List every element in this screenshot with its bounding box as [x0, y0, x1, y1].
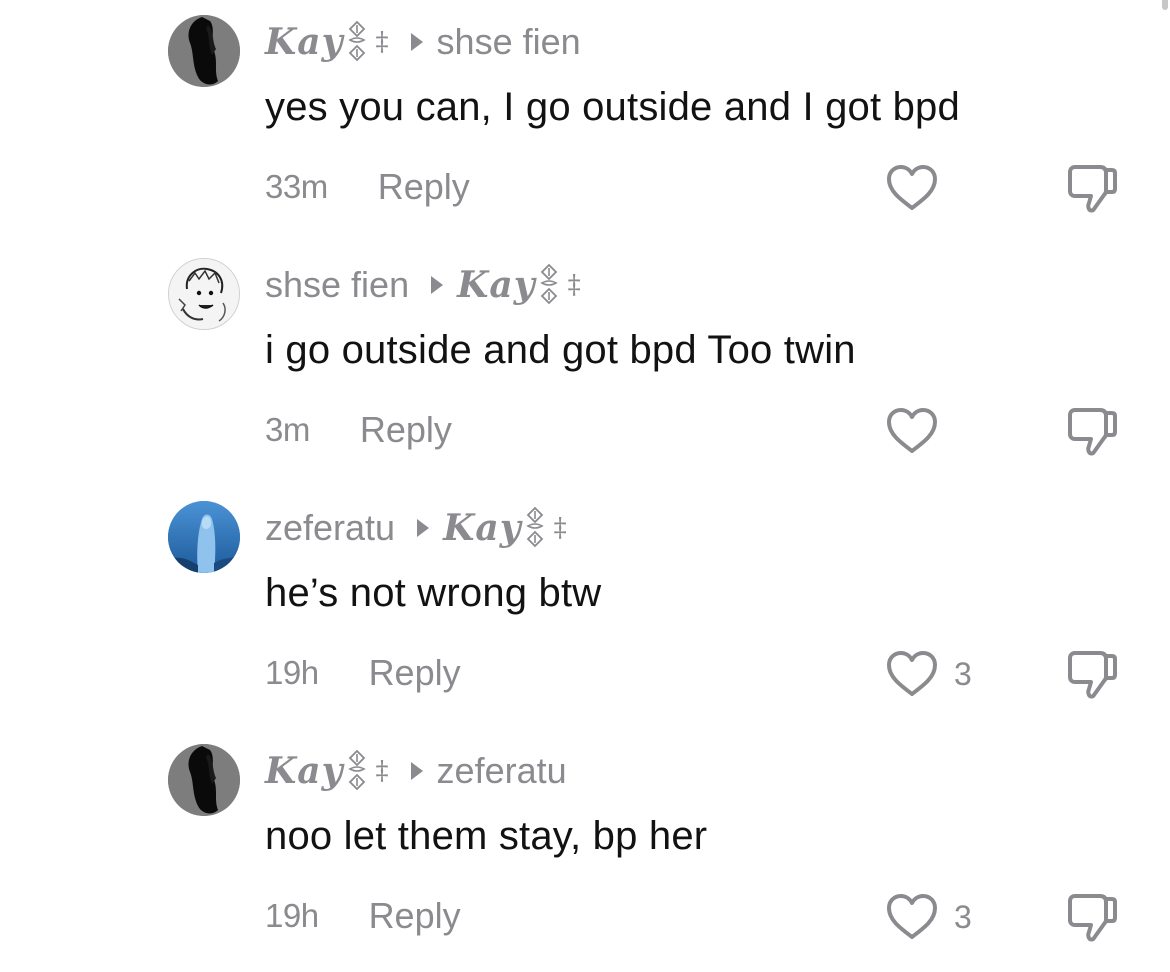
- comment-item: zeferatu Kay ‡ he’s not wrong btw 19h Re…: [0, 486, 1170, 729]
- username-ornament-icon: [346, 749, 368, 793]
- avatar[interactable]: [168, 501, 240, 573]
- heart-outline-icon: [887, 894, 937, 939]
- avatar[interactable]: [168, 258, 240, 330]
- dislike-button[interactable]: [1064, 407, 1118, 457]
- like-button[interactable]: 3: [884, 893, 972, 941]
- comment-header: zeferatu Kay ‡: [265, 504, 567, 552]
- comment-text: yes you can, I go outside and I got bpd: [265, 85, 960, 129]
- reply-button[interactable]: Reply: [378, 166, 470, 208]
- heart-outline-icon: [887, 165, 937, 210]
- timestamp: 3m: [265, 411, 310, 448]
- comment-item: Kay ‡ zeferatu noo let them stay, bp her…: [0, 729, 1170, 972]
- dislike-button[interactable]: [1064, 893, 1118, 943]
- timestamp: 33m: [265, 168, 328, 205]
- comment-text: noo let them stay, bp her: [265, 814, 708, 858]
- triangle-right-icon: [417, 519, 430, 537]
- reply-button[interactable]: Reply: [369, 652, 461, 694]
- heart-outline-icon: [887, 651, 937, 696]
- comment-text: he’s not wrong btw: [265, 571, 602, 615]
- timestamp: 19h: [265, 897, 319, 934]
- comment-header: Kay ‡ shse fien: [265, 18, 581, 66]
- replying-to-name[interactable]: Kay: [443, 507, 522, 549]
- username-ornament-icon: [524, 506, 546, 550]
- like-button[interactable]: [884, 407, 954, 455]
- author-name[interactable]: Kay: [265, 750, 344, 792]
- sketch-avatar-image: [169, 259, 239, 329]
- thumbs-down-icon: [1068, 408, 1117, 456]
- replying-to-suffix: ‡: [553, 513, 567, 543]
- avatar[interactable]: [168, 744, 240, 816]
- replying-to-suffix: ‡: [567, 270, 581, 300]
- author-suffix: ‡: [375, 756, 389, 786]
- timestamp: 19h: [265, 654, 319, 691]
- comment-meta: 19h Reply: [265, 891, 461, 941]
- thumbs-down-icon: [1068, 894, 1117, 942]
- comment-item: Kay ‡ shse fien yes you can, I go outsid…: [0, 0, 1170, 243]
- thumbs-down-icon: [1068, 651, 1117, 699]
- username-ornament-icon: [538, 263, 560, 307]
- author-name[interactable]: shse fien: [265, 264, 409, 306]
- avatar[interactable]: [168, 15, 240, 87]
- dark-silhouette-avatar-image: [168, 744, 240, 816]
- dark-silhouette-avatar-image: [168, 15, 240, 87]
- replying-to-name[interactable]: zeferatu: [437, 750, 567, 792]
- reply-button[interactable]: Reply: [360, 409, 452, 451]
- like-count: 3: [954, 655, 972, 692]
- triangle-right-icon: [410, 33, 423, 51]
- reply-button[interactable]: Reply: [369, 895, 461, 937]
- triangle-right-icon: [410, 762, 423, 780]
- triangle-right-icon: [431, 276, 444, 294]
- comment-meta: 33m Reply: [265, 162, 470, 212]
- dislike-button[interactable]: [1064, 650, 1118, 700]
- thumbs-down-icon: [1068, 165, 1117, 213]
- like-count: 3: [954, 898, 972, 935]
- username-ornament-icon: [346, 20, 368, 64]
- comment-meta: 3m Reply: [265, 405, 452, 455]
- comment-item: shse fien Kay ‡ i go outside and got bpd…: [0, 243, 1170, 486]
- comment-meta: 19h Reply: [265, 648, 461, 698]
- comment-text: i go outside and got bpd Too twin: [265, 328, 856, 372]
- author-suffix: ‡: [375, 27, 389, 57]
- blue-figure-avatar-image: [168, 501, 240, 573]
- dislike-button[interactable]: [1064, 164, 1118, 214]
- comment-header: shse fien Kay ‡: [265, 261, 581, 309]
- author-name[interactable]: zeferatu: [265, 507, 395, 549]
- heart-outline-icon: [887, 408, 937, 453]
- replying-to-name[interactable]: Kay: [457, 264, 536, 306]
- comment-header: Kay ‡ zeferatu: [265, 747, 567, 795]
- like-button[interactable]: [884, 164, 954, 212]
- like-button[interactable]: 3: [884, 650, 972, 698]
- replying-to-name[interactable]: shse fien: [437, 21, 581, 63]
- author-name[interactable]: Kay: [265, 21, 344, 63]
